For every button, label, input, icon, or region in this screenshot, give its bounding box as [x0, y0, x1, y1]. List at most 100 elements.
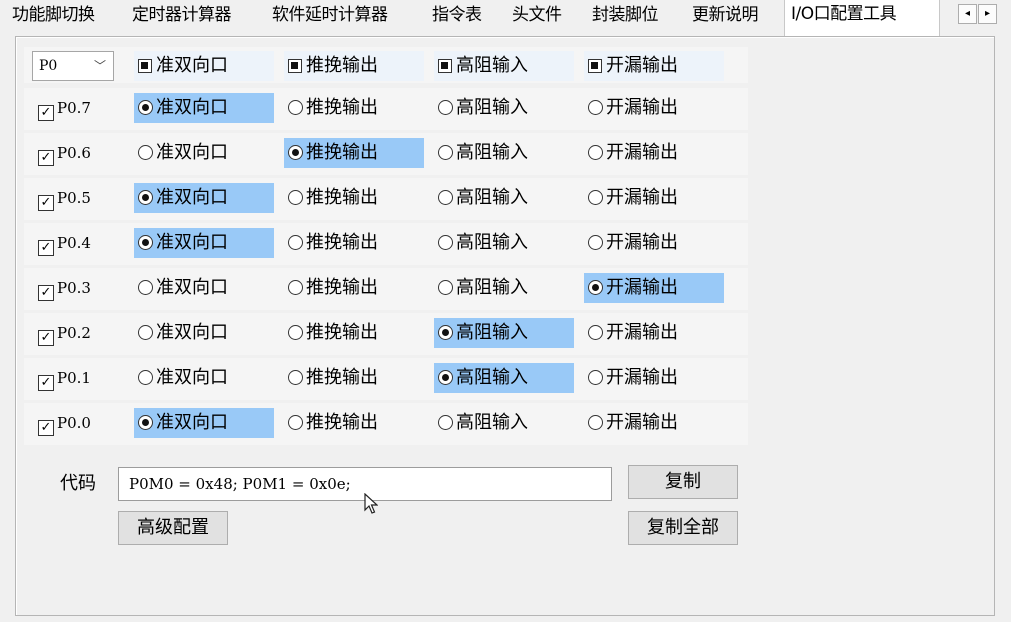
port-select[interactable]: P0 ﹀ — [32, 51, 114, 81]
pin-checkbox-p0-4[interactable]: ✓ P0.4 — [38, 228, 91, 258]
radio-open-drain[interactable]: 开漏输出 — [584, 93, 724, 123]
radio-push-pull[interactable]: 推挽输出 — [284, 273, 424, 303]
radio-high-impedance[interactable]: 高阻输入 — [434, 138, 574, 168]
radio-push-pull[interactable]: 推挽输出 — [284, 138, 424, 168]
radio-push-pull[interactable]: 推挽输出 — [284, 93, 424, 123]
radio-label: 准双向口 — [156, 232, 228, 253]
radio-push-pull[interactable]: 推挽输出 — [284, 228, 424, 258]
header-mode-open-drain[interactable]: 开漏输出 — [584, 51, 724, 81]
radio-unselected-icon — [288, 235, 303, 250]
radio-high-impedance[interactable]: 高阻输入 — [434, 228, 574, 258]
tab-delay-calc[interactable]: 软件延时计算器 — [266, 0, 394, 32]
header-mode-high-impedance[interactable]: 高阻输入 — [434, 51, 574, 81]
radio-push-pull[interactable]: 推挽输出 — [284, 183, 424, 213]
port-select-value: P0 — [39, 58, 58, 74]
radio-label: 开漏输出 — [606, 412, 678, 433]
radio-quasi-bidir[interactable]: 准双向口 — [134, 138, 274, 168]
radio-quasi-bidir[interactable]: 准双向口 — [134, 93, 274, 123]
radio-unselected-icon — [438, 280, 453, 295]
pin-checkbox-p0-6[interactable]: ✓ P0.6 — [38, 138, 91, 168]
tab-update-notes[interactable]: 更新说明 — [686, 0, 764, 32]
radio-unselected-icon — [588, 145, 603, 160]
copy-button[interactable]: 复制 — [628, 465, 738, 499]
radio-unselected-icon — [138, 280, 153, 295]
radio-label: 开漏输出 — [606, 367, 678, 388]
code-label: 代码 — [60, 473, 96, 494]
radio-label: 推挽输出 — [306, 412, 378, 433]
radio-unselected-icon — [438, 100, 453, 115]
radio-open-drain[interactable]: 开漏输出 — [584, 273, 724, 303]
radio-push-pull[interactable]: 推挽输出 — [284, 318, 424, 348]
radio-label: 准双向口 — [156, 412, 228, 433]
radio-quasi-bidir[interactable]: 准双向口 — [134, 363, 274, 393]
tab-header-file[interactable]: 头文件 — [506, 0, 568, 32]
radio-push-pull[interactable]: 推挽输出 — [284, 408, 424, 438]
radio-label: 高阻输入 — [456, 232, 528, 253]
radio-high-impedance[interactable]: 高阻输入 — [434, 363, 574, 393]
pin-checkbox-p0-2[interactable]: ✓ P0.2 — [38, 318, 91, 348]
radio-label: 开漏输出 — [606, 97, 678, 118]
tab-io-config-tool[interactable]: I/O口配置工具 — [784, 0, 940, 36]
radio-quasi-bidir[interactable]: 准双向口 — [134, 228, 274, 258]
radio-unselected-icon — [438, 145, 453, 160]
radio-label: 准双向口 — [156, 367, 228, 388]
checkbox-icon: ✓ — [38, 285, 54, 301]
radio-label: 准双向口 — [156, 97, 228, 118]
pin-label: P0.0 — [57, 414, 91, 432]
radio-selected-icon — [288, 145, 303, 160]
tab-instruction-table[interactable]: 指令表 — [426, 0, 488, 32]
radio-label: 推挽输出 — [306, 232, 378, 253]
radio-label: 开漏输出 — [606, 232, 678, 253]
tab-timer-calc[interactable]: 定时器计算器 — [126, 0, 237, 32]
radio-open-drain[interactable]: 开漏输出 — [584, 363, 724, 393]
checkbox-icon: ✓ — [38, 105, 54, 121]
radio-unselected-icon — [438, 235, 453, 250]
radio-unselected-icon — [288, 100, 303, 115]
radio-unselected-icon — [588, 415, 603, 430]
pin-checkbox-p0-3[interactable]: ✓ P0.3 — [38, 273, 91, 303]
indeterminate-checkbox-icon — [288, 59, 302, 73]
copy-all-button[interactable]: 复制全部 — [628, 511, 738, 545]
radio-high-impedance[interactable]: 高阻输入 — [434, 273, 574, 303]
radio-high-impedance[interactable]: 高阻输入 — [434, 408, 574, 438]
radio-open-drain[interactable]: 开漏输出 — [584, 228, 724, 258]
pin-checkbox-p0-7[interactable]: ✓ P0.7 — [38, 93, 91, 123]
radio-label: 开漏输出 — [606, 187, 678, 208]
radio-open-drain[interactable]: 开漏输出 — [584, 408, 724, 438]
radio-label: 开漏输出 — [606, 322, 678, 343]
checkbox-icon: ✓ — [38, 240, 54, 256]
header-mode-quasi-bidir[interactable]: 准双向口 — [134, 51, 274, 81]
radio-quasi-bidir[interactable]: 准双向口 — [134, 408, 274, 438]
header-mode-push-pull[interactable]: 推挽输出 — [284, 51, 424, 81]
radio-high-impedance[interactable]: 高阻输入 — [434, 183, 574, 213]
indeterminate-checkbox-icon — [138, 59, 152, 73]
checkbox-icon: ✓ — [38, 420, 54, 436]
radio-label: 高阻输入 — [456, 97, 528, 118]
radio-push-pull[interactable]: 推挽输出 — [284, 363, 424, 393]
radio-open-drain[interactable]: 开漏输出 — [584, 138, 724, 168]
radio-quasi-bidir[interactable]: 准双向口 — [134, 318, 274, 348]
radio-selected-icon — [138, 190, 153, 205]
radio-label: 推挽输出 — [306, 187, 378, 208]
tab-scroll-right-icon[interactable]: ▸ — [978, 4, 997, 24]
pin-checkbox-p0-1[interactable]: ✓ P0.1 — [38, 363, 91, 393]
radio-high-impedance[interactable]: 高阻输入 — [434, 318, 574, 348]
radio-label: 高阻输入 — [456, 367, 528, 388]
radio-high-impedance[interactable]: 高阻输入 — [434, 93, 574, 123]
radio-quasi-bidir[interactable]: 准双向口 — [134, 273, 274, 303]
radio-open-drain[interactable]: 开漏输出 — [584, 183, 724, 213]
pin-checkbox-p0-5[interactable]: ✓ P0.5 — [38, 183, 91, 213]
tab-package-pins[interactable]: 封装脚位 — [586, 0, 664, 32]
radio-label: 准双向口 — [156, 277, 228, 298]
radio-label: 推挽输出 — [306, 142, 378, 163]
advanced-config-button[interactable]: 高级配置 — [118, 511, 228, 545]
pin-checkbox-p0-0[interactable]: ✓ P0.0 — [38, 408, 91, 438]
tab-pin-switch[interactable]: 功能脚切换 — [6, 0, 101, 32]
tab-scroll-left-icon[interactable]: ◂ — [958, 4, 977, 24]
radio-selected-icon — [138, 415, 153, 430]
radio-selected-icon — [588, 280, 603, 295]
radio-open-drain[interactable]: 开漏输出 — [584, 318, 724, 348]
radio-quasi-bidir[interactable]: 准双向口 — [134, 183, 274, 213]
radio-unselected-icon — [588, 190, 603, 205]
radio-selected-icon — [138, 235, 153, 250]
